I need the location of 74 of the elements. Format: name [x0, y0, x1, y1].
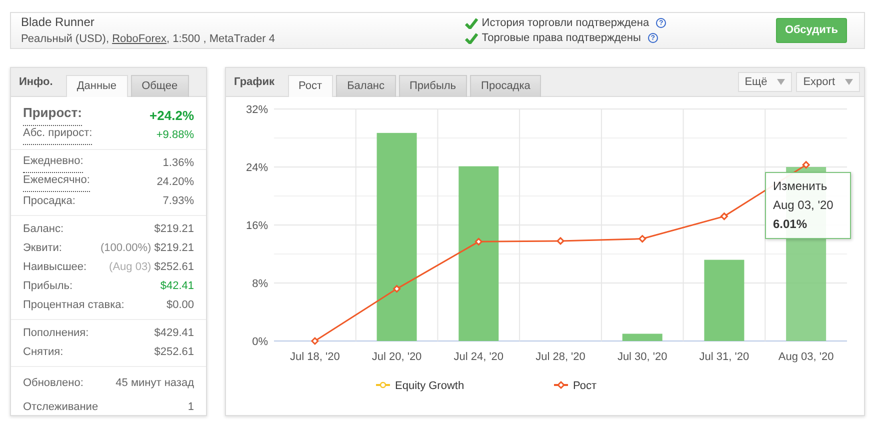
panel-title: Инфо.: [19, 74, 53, 90]
stat-label: Ежедневно:: [23, 154, 84, 173]
stat-value: 7.93%: [162, 195, 194, 207]
point: [638, 235, 646, 243]
stat-label: Абс. прирост:: [23, 126, 92, 145]
axis-tick-label: 32%: [246, 104, 268, 116]
account-subtitle: Реальный (USD), RoboForex, 1:500 , MetaTrader 4: [21, 32, 275, 48]
account-title: Blade Runner: [21, 14, 96, 32]
tooltip-date: Aug 03, '20: [773, 197, 834, 214]
stat-value: +24.2%: [150, 108, 194, 123]
dropdown-button[interactable]: Export: [796, 72, 860, 92]
tab[interactable]: Рост: [288, 75, 334, 97]
axis-tick-label: 0%: [252, 336, 268, 348]
point: [556, 237, 564, 245]
axis-tick-label: 8%: [252, 278, 268, 290]
broker-link[interactable]: RoboForex: [112, 33, 167, 46]
axis-tick-label: Jul 30, '20: [617, 351, 668, 363]
point: [720, 212, 728, 220]
tab[interactable]: Общее: [130, 75, 189, 97]
caret-icon: [845, 79, 853, 85]
tab[interactable]: Просадка: [470, 75, 542, 97]
caret-icon: [777, 79, 786, 85]
axis-tick-label: 24%: [246, 162, 268, 174]
point: [474, 238, 482, 246]
verification-text: История торговли подтверждена: [482, 16, 650, 30]
tooltip-label: Изменить: [773, 178, 828, 195]
legend-item[interactable]: Equity Growth: [376, 380, 464, 392]
tooltip-value: 6.01%: [773, 216, 808, 233]
stat-value: $252.61: [154, 261, 194, 273]
stat-value: $219.21: [154, 242, 194, 254]
stat-label: Прибыль:: [23, 279, 73, 294]
stat-value: 1: [188, 401, 194, 413]
stat-label: Отслеживание: [23, 400, 98, 415]
stat-value: 1.36%: [162, 157, 194, 169]
axis-tick-label: Jul 18, '20: [290, 351, 340, 363]
stat-value: $42.41: [160, 280, 194, 292]
point: [393, 285, 401, 293]
stat-value: $219.21: [154, 223, 194, 235]
stat-label: Прирост:: [23, 105, 82, 126]
stat-label: Обновлено:: [23, 376, 84, 391]
axis-tick-label: Jul 28, '20: [536, 351, 586, 363]
stat-label: Эквити:: [23, 241, 62, 256]
stat-value: 45 минут назад: [116, 377, 194, 389]
point: [802, 161, 810, 169]
tab[interactable]: Баланс: [336, 75, 396, 97]
stat-value: $429.41: [154, 327, 194, 339]
stat-value: $0.00: [166, 299, 194, 311]
axis-tick-label: Jul 24, '20: [454, 351, 504, 363]
tab[interactable]: Прибыль: [398, 75, 468, 97]
stat-value: +9.88%: [156, 129, 194, 141]
point: [311, 337, 319, 345]
stat-label: Снятия:: [23, 345, 64, 360]
axis-tick-label: Jul 20, '20: [372, 351, 422, 363]
stat-label: Наивысшее:: [23, 260, 87, 275]
verification-text: Торговые права подтверждены: [482, 30, 641, 46]
legend-label: Рост: [573, 380, 597, 392]
axis-tick-label: Aug 03, '20: [778, 351, 834, 363]
stat-label: Просадка:: [23, 194, 76, 209]
panel-title: График: [234, 74, 275, 90]
stat-value: 24.20%: [156, 176, 194, 188]
stat-value: $252.61: [154, 346, 194, 358]
dropdown-button[interactable]: Ещё: [738, 72, 792, 92]
stat-note: (Aug 03): [109, 261, 152, 273]
stat-label: Процентная ставка:: [23, 298, 124, 313]
stat-label: Ежемесячно:: [23, 173, 90, 192]
axis-tick-label: 16%: [246, 220, 268, 232]
tab[interactable]: Данные: [66, 75, 128, 97]
stat-label: Пополнения:: [23, 326, 89, 341]
axis-tick-label: Jul 31, '20: [699, 351, 750, 363]
stat-note: (100.00%): [100, 242, 152, 254]
stat-label: Баланс:: [23, 222, 64, 237]
legend-item[interactable]: Рост: [554, 380, 597, 392]
legend-label: Equity Growth: [395, 380, 464, 392]
bar: [622, 334, 662, 341]
